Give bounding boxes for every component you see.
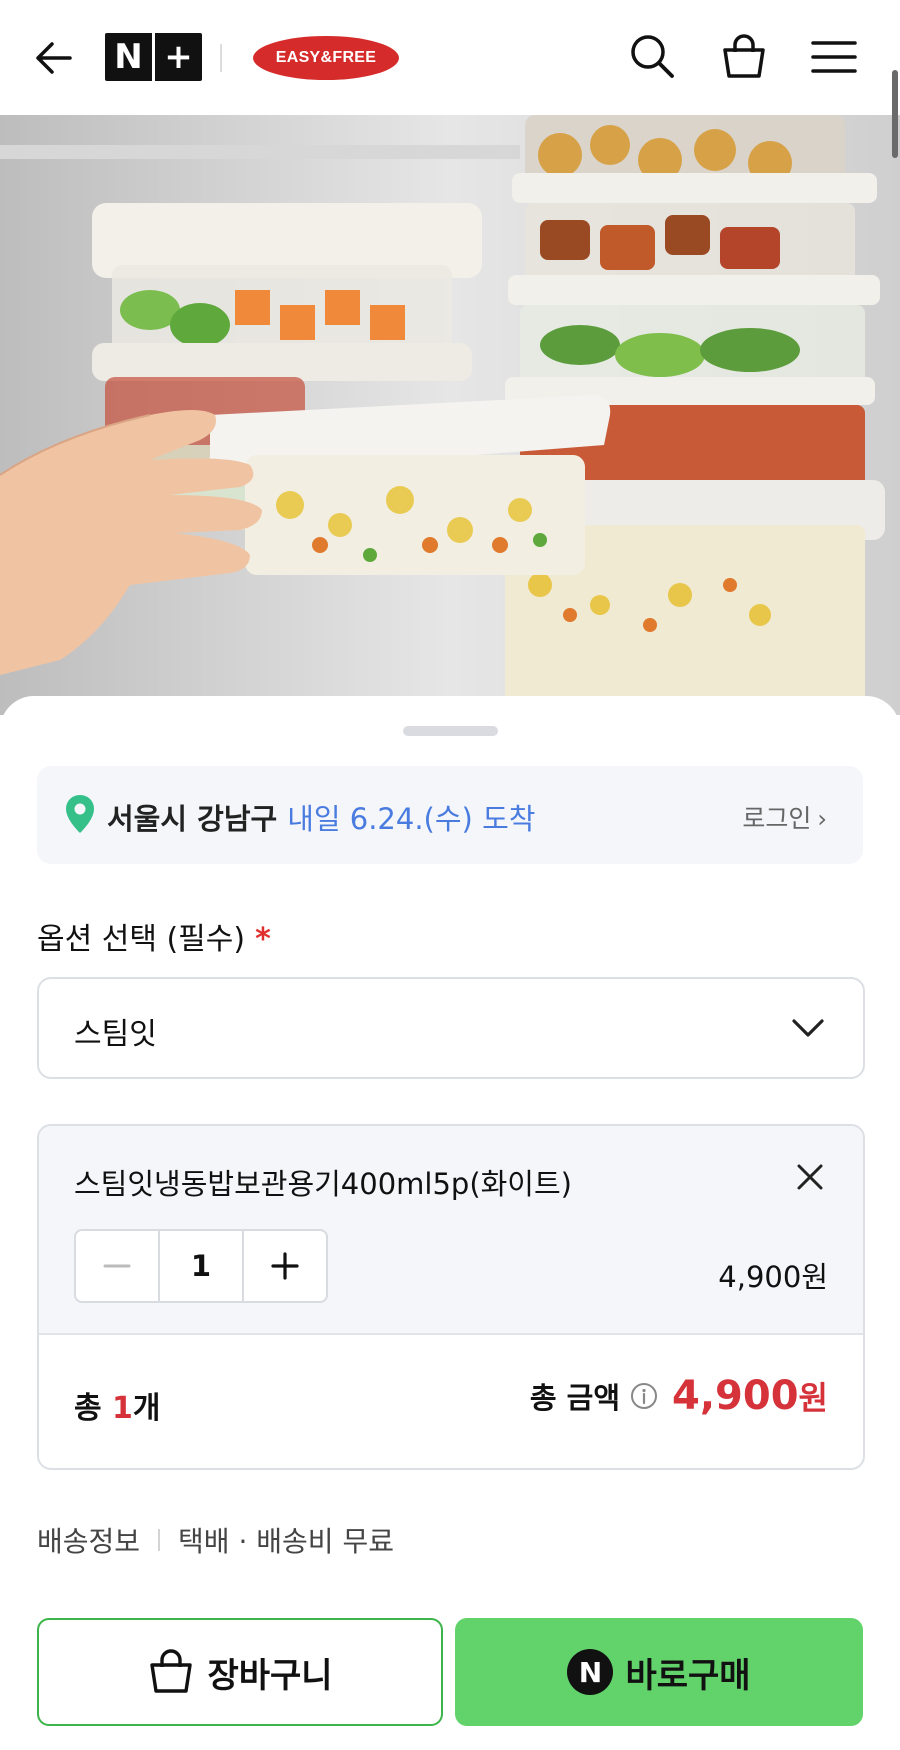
- delivery-address: 서울시 강남구 내일 6.24.(수) 도착: [107, 796, 535, 838]
- shopping-bag-icon[interactable]: [718, 30, 770, 82]
- plus-icon: [271, 1252, 299, 1280]
- naver-pay-icon: N: [567, 1649, 614, 1695]
- quantity-stepper: 1: [74, 1229, 328, 1303]
- logo-plus: +: [152, 33, 202, 81]
- brand-logo[interactable]: EASY&FREE: [253, 36, 399, 80]
- info-icon[interactable]: [630, 1382, 658, 1410]
- shipping-detail: 택배 · 배송비 무료: [178, 1525, 394, 1558]
- total-amount-label: 총 금액: [529, 1381, 621, 1415]
- option-label-text: 옵션 선택 (필수): [37, 922, 246, 957]
- total-amount-value: 4,900: [672, 1373, 799, 1419]
- decrease-button[interactable]: [76, 1231, 158, 1301]
- food-storage-containers-image: [0, 115, 900, 715]
- chevron-right-icon: ›: [817, 805, 827, 833]
- brand-logo-text: EASY&FREE: [275, 49, 377, 66]
- required-mark: *: [255, 922, 271, 957]
- selected-item-row: 스팀잇냉동밥보관용기400ml5p(화이트) 1 4,900원: [39, 1126, 863, 1335]
- option-selected-value: 스팀잇: [74, 1017, 157, 1052]
- shipping-info: 배송정보 택배 · 배송비 무료: [37, 1520, 394, 1560]
- chevron-down-icon: [791, 1013, 825, 1043]
- item-price: 4,900원: [718, 1260, 828, 1294]
- delivery-eta: 내일 6.24.(수) 도착: [287, 802, 536, 836]
- delivery-banner[interactable]: 서울시 강남구 내일 6.24.(수) 도착 로그인 ›: [37, 766, 863, 864]
- total-count-prefix: 총: [74, 1391, 113, 1426]
- close-icon[interactable]: [795, 1162, 825, 1192]
- total-row: 총 1개 총 금액 4,900 원: [39, 1335, 863, 1468]
- selected-item-card: 스팀잇냉동밥보관용기400ml5p(화이트) 1 4,900원 총 1개 총 금…: [37, 1124, 865, 1470]
- menu-icon[interactable]: [808, 30, 860, 82]
- shipping-divider: [158, 1529, 161, 1551]
- total-amount-currency: 원: [798, 1379, 828, 1417]
- total-amount: 총 금액 4,900 원: [530, 1373, 828, 1419]
- top-app-bar: N + EASY&FREE: [0, 0, 900, 115]
- cart-label: 장바구니: [207, 1655, 333, 1696]
- address-text: 서울시 강남구: [107, 802, 278, 836]
- logo-divider: [220, 44, 222, 72]
- minus-icon: [103, 1264, 131, 1268]
- buy-label: 바로구매: [625, 1655, 751, 1696]
- total-count: 총 1개: [74, 1383, 161, 1427]
- search-icon[interactable]: [626, 30, 678, 82]
- shipping-label: 배송정보: [37, 1525, 141, 1558]
- option-label: 옵션 선택 (필수) *: [37, 914, 271, 958]
- naver-plus-logo[interactable]: N +: [105, 33, 202, 81]
- login-label: 로그인: [742, 804, 812, 833]
- add-to-cart-button[interactable]: 장바구니: [37, 1618, 443, 1726]
- quantity-value[interactable]: 1: [158, 1231, 244, 1301]
- option-select[interactable]: 스팀잇: [37, 977, 865, 1079]
- logo-n: N: [105, 33, 152, 81]
- location-pin-icon: [65, 794, 95, 834]
- total-count-suffix: 개: [132, 1391, 161, 1426]
- login-link[interactable]: 로그인 ›: [742, 799, 827, 835]
- sheet-grabber[interactable]: [403, 726, 498, 736]
- total-count-number: 1: [112, 1391, 133, 1426]
- increase-button[interactable]: [244, 1231, 326, 1301]
- purchase-sheet: 서울시 강남구 내일 6.24.(수) 도착 로그인 › 옵션 선택 (필수) * 스…: [0, 696, 900, 1750]
- buy-now-button[interactable]: N 바로구매: [455, 1618, 863, 1726]
- item-name: 스팀잇냉동밥보관용기400ml5p(화이트): [74, 1167, 572, 1201]
- back-arrow-icon[interactable]: [30, 34, 80, 84]
- shopping-bag-icon: [150, 1649, 193, 1693]
- product-image: [0, 115, 900, 715]
- scrollbar[interactable]: [892, 70, 898, 158]
